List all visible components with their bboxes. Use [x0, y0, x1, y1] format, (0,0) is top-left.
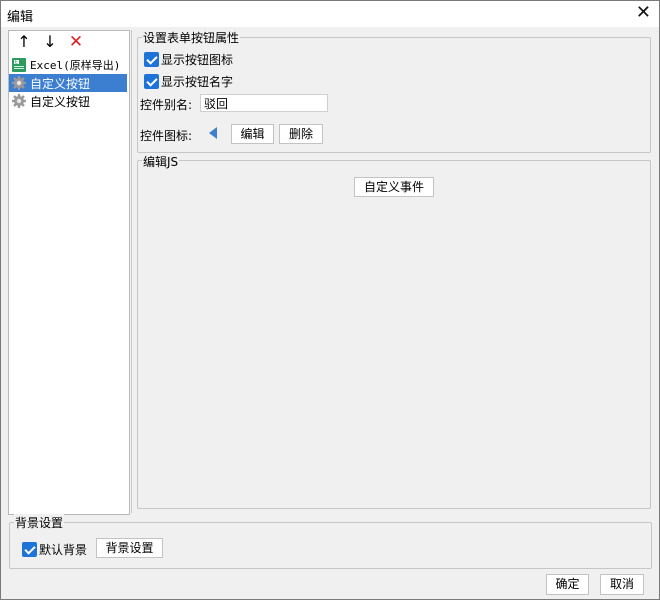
- close-icon[interactable]: ✕: [636, 3, 651, 23]
- delete-icon[interactable]: ✕: [67, 33, 85, 51]
- gear-icon: [12, 76, 26, 90]
- excel-icon: E: [12, 58, 26, 72]
- show-icon-label: 显示按钮图标: [161, 53, 234, 67]
- background-settings-group: 背景设置 默认背景 背景设置: [9, 514, 652, 569]
- show-name-checkbox[interactable]: [144, 74, 159, 89]
- default-background-checkbox[interactable]: [22, 542, 37, 557]
- dialog-title: 编辑: [7, 10, 34, 25]
- list-item-custom-button-selected[interactable]: 自定义按钮: [9, 74, 127, 92]
- custom-event-button[interactable]: 自定义事件: [354, 177, 434, 197]
- edit-icon-button[interactable]: 编辑: [231, 124, 274, 144]
- group-title: 背景设置: [14, 514, 65, 531]
- default-background-label: 默认背景: [39, 543, 88, 557]
- delete-icon-button[interactable]: 删除: [279, 124, 323, 144]
- list-item-custom-button[interactable]: 自定义按钮: [9, 92, 127, 110]
- list-item-label: Excel(原样导出): [30, 59, 121, 72]
- ok-button[interactable]: 确定: [546, 574, 589, 595]
- group-title: 设置表单按钮属性: [142, 29, 241, 46]
- panel-divider[interactable]: [131, 30, 132, 513]
- gear-icon: [12, 94, 26, 108]
- edit-dialog: 编辑 ✕ ↑ ↓ ✕ E Excel(原样导出) 自定义按钮 自定义按钮 设置表…: [0, 0, 660, 600]
- move-up-icon[interactable]: ↑: [15, 33, 33, 51]
- list-item-label: 自定义按钮: [30, 94, 91, 109]
- cancel-button[interactable]: 取消: [600, 574, 644, 595]
- move-down-icon[interactable]: ↓: [41, 33, 59, 51]
- group-title: 编辑JS: [142, 153, 180, 170]
- show-icon-checkbox[interactable]: [144, 52, 159, 67]
- list-item-label: 自定义按钮: [30, 76, 91, 91]
- show-name-label: 显示按钮名字: [161, 75, 234, 89]
- icon-label: 控件图标:: [140, 129, 193, 143]
- alias-label: 控件别名:: [140, 98, 193, 112]
- background-settings-button[interactable]: 背景设置: [96, 538, 163, 558]
- title-bar: 编辑 ✕: [1, 1, 659, 27]
- svg-text:E: E: [15, 60, 18, 66]
- list-item-excel[interactable]: E Excel(原样导出): [9, 56, 127, 74]
- button-properties-group: 设置表单按钮属性 显示按钮图标 显示按钮名字 控件别名: 驳回 控件图标: 编辑…: [137, 29, 651, 153]
- alias-input[interactable]: 驳回: [200, 94, 328, 112]
- edit-js-group: 编辑JS 自定义事件: [137, 153, 651, 509]
- triangle-left-icon: [209, 127, 217, 139]
- button-list-panel: ↑ ↓ ✕ E Excel(原样导出) 自定义按钮 自定义按钮: [8, 30, 130, 515]
